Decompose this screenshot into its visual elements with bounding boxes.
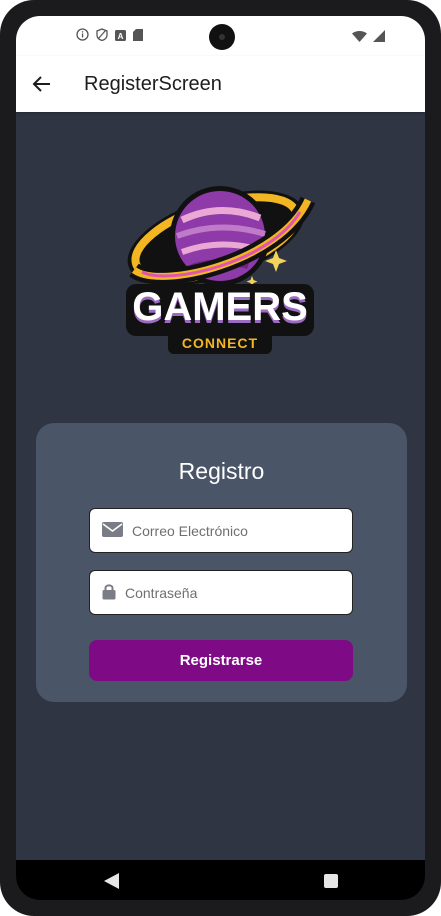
register-card: Registro Correo Electrónico Contraseña R… (36, 423, 407, 702)
register-button[interactable]: Registrarse (89, 640, 353, 681)
status-bar: A (16, 16, 425, 56)
page-title: RegisterScreen (84, 73, 222, 95)
wifi-icon (352, 29, 367, 47)
shield-icon (96, 28, 108, 46)
password-placeholder: Contraseña (125, 585, 198, 601)
a-icon: A (115, 28, 126, 46)
nav-back-icon[interactable] (104, 873, 119, 894)
card-title: Registro (178, 458, 265, 484)
email-placeholder: Correo Electrónico (132, 523, 248, 539)
lock-icon (102, 583, 116, 605)
info-icon (76, 28, 89, 46)
gamers-connect-logo: GAMERS GAMERS CONNECT (120, 172, 320, 362)
password-field[interactable]: Contraseña (89, 570, 353, 615)
back-arrow-icon[interactable] (30, 72, 54, 96)
email-field[interactable]: Correo Electrónico (89, 508, 353, 553)
logo-sub-text: CONNECT (182, 335, 258, 351)
app-bar: RegisterScreen (16, 56, 425, 112)
phone-frame: A RegisterScreen GAMERS GAMERS CONNECT R… (0, 0, 441, 916)
nav-home-icon[interactable] (324, 874, 338, 888)
signal-icon (373, 29, 385, 47)
mail-icon (102, 521, 123, 543)
front-camera (209, 24, 235, 50)
logo-main-text-front: GAMERS (132, 285, 308, 329)
screen: A RegisterScreen GAMERS GAMERS CONNECT R… (16, 16, 425, 900)
svg-text:A: A (118, 32, 124, 41)
system-nav-bar (16, 860, 425, 900)
sd-card-icon (133, 28, 143, 46)
